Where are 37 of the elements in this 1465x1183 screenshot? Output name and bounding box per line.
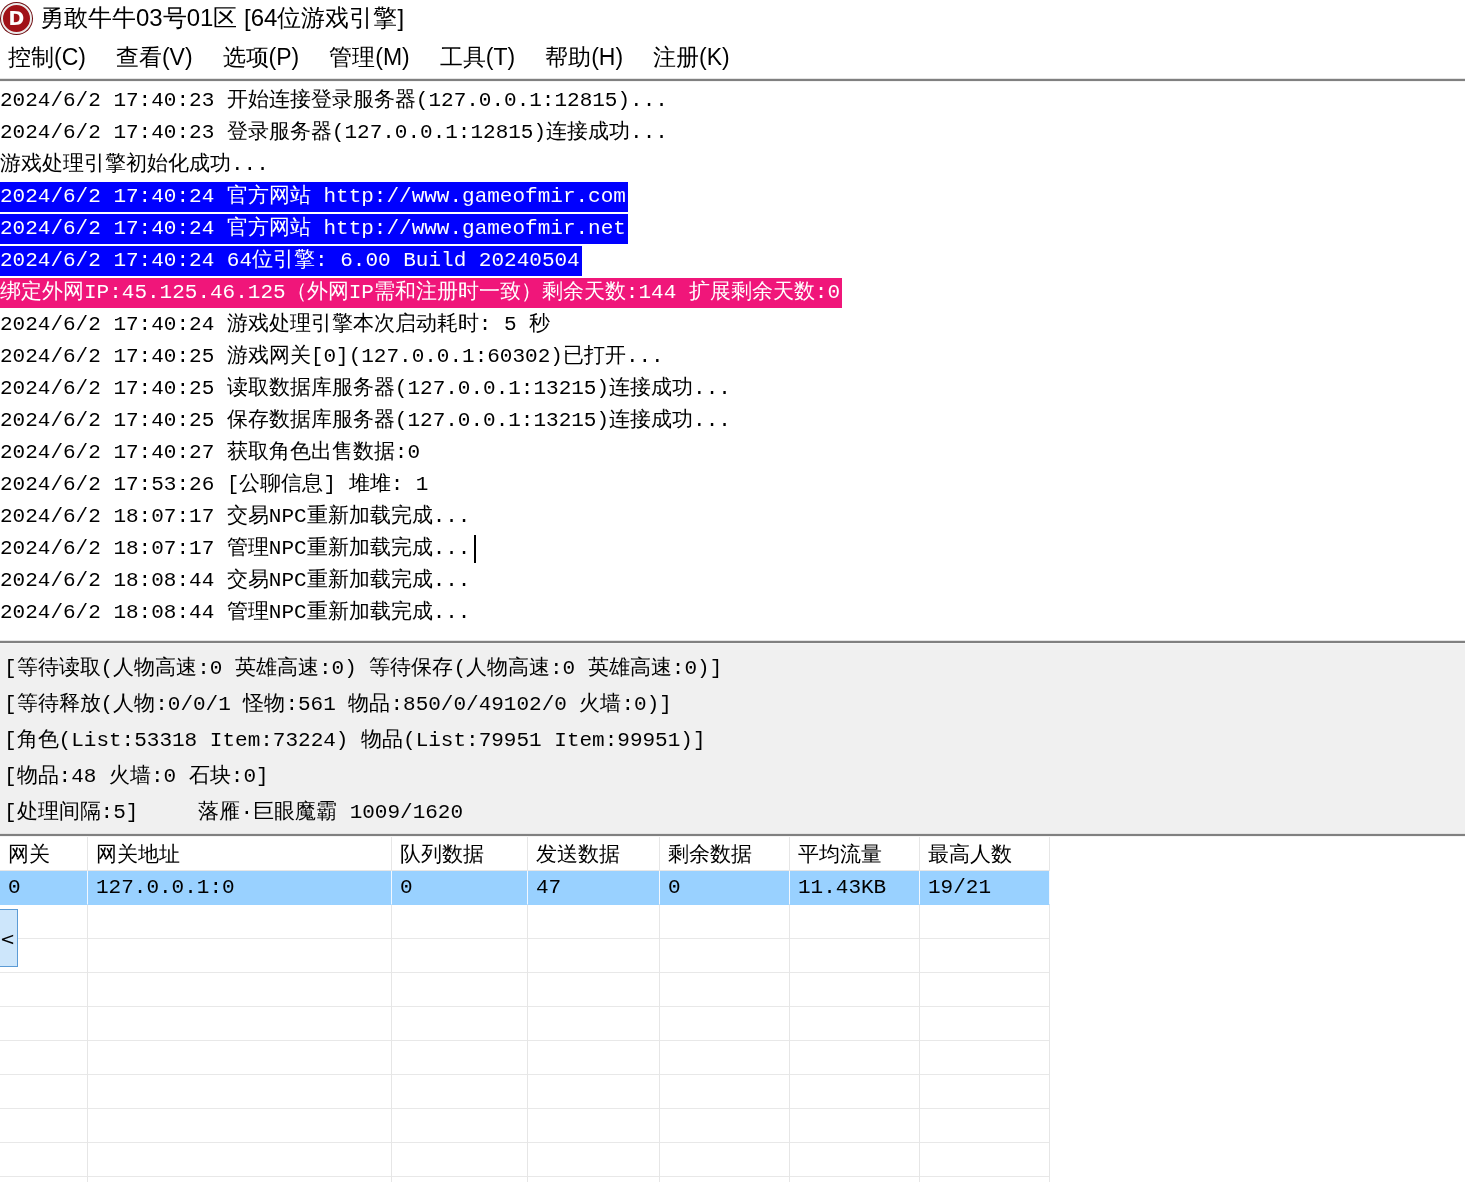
log-line: 2024/6/2 17:40:23 登录服务器(127.0.0.1:12815)连接成功... <box>0 119 668 146</box>
status-text: [处理间隔:5] <box>4 799 139 825</box>
status-text: [等待读取(人物高速:0 英雄高速:0) 等待保存(人物高速:0 英雄高速:0)] <box>4 655 723 681</box>
log-line: 2024/6/2 18:07:17 管理NPC重新加载完成... <box>0 535 471 562</box>
window-title: 勇敢牛牛03号01区 [64位游戏引擎] <box>40 3 405 33</box>
menu-item[interactable]: 工具(T) <box>438 41 517 73</box>
table-cell: 11.43KB <box>790 871 920 905</box>
status-text: [等待释放(人物:0/0/1 怪物:561 物品:850/0/49102/0 火墙:0)] <box>4 691 672 717</box>
table-cell: 19/21 <box>920 871 1050 905</box>
log-line: 2024/6/2 17:40:23 开始连接登录服务器(127.0.0.1:12815)... <box>0 87 668 114</box>
log-line: 2024/6/2 17:40:25 读取数据库服务器(127.0.0.1:13215)连接成功... <box>0 375 731 402</box>
app-logo: D <box>1 2 32 34</box>
log-line: 2024/6/2 18:08:44 管理NPC重新加载完成... <box>0 599 471 626</box>
collapse-button[interactable]: < <box>0 909 18 967</box>
status-text: 落雁·巨眼魔霸 1009/1620 <box>198 799 464 825</box>
table-row[interactable]: 0 127.0.0.1:0 0 47 0 11.43KB 19/21 <box>0 871 1050 905</box>
status-text: [角色(List:53318 Item:73224) 物品(List:79951 Item:99951)] <box>4 728 706 753</box>
menu-item[interactable]: 管理(M) <box>328 41 411 73</box>
table-cell: 0 <box>392 871 528 905</box>
log-line: 2024/6/2 17:40:25 游戏网关[0](127.0.0.1:60302)已打开... <box>0 343 664 370</box>
table-cell: 0 <box>660 871 790 905</box>
menu-item[interactable]: 注册(K) <box>652 41 731 73</box>
log-line: 2024/6/2 18:08:44 交易NPC重新加载完成... <box>0 567 471 594</box>
log-line: 2024/6/2 18:07:17 交易NPC重新加载完成... <box>0 503 471 530</box>
table-cell: 0 <box>0 871 88 905</box>
menu-item[interactable]: 查看(V) <box>114 41 194 73</box>
log-line: 游戏处理引擎初始化成功... <box>0 151 269 178</box>
table-cell: 47 <box>528 871 660 905</box>
menu-item[interactable]: 选项(P) <box>221 41 301 73</box>
log-line: 2024/6/2 17:40:25 保存数据库服务器(127.0.0.1:13215)连接成功... <box>0 407 731 434</box>
log-line: 2024/6/2 17:40:24 游戏处理引擎本次启动耗时: 5 秒 <box>0 311 551 338</box>
log-line: 2024/6/2 17:53:26 [公聊信息] 堆堆: 1 <box>0 472 429 498</box>
status-text: [物品:48 火墙:0 石块:0] <box>4 763 269 789</box>
log-line: 2024/6/2 17:40:27 获取角色出售数据:0 <box>0 439 421 466</box>
menu-item[interactable]: 帮助(H) <box>544 41 625 73</box>
table-cell: 127.0.0.1:0 <box>88 871 392 905</box>
menu-item[interactable]: 控制(C) <box>7 41 87 73</box>
